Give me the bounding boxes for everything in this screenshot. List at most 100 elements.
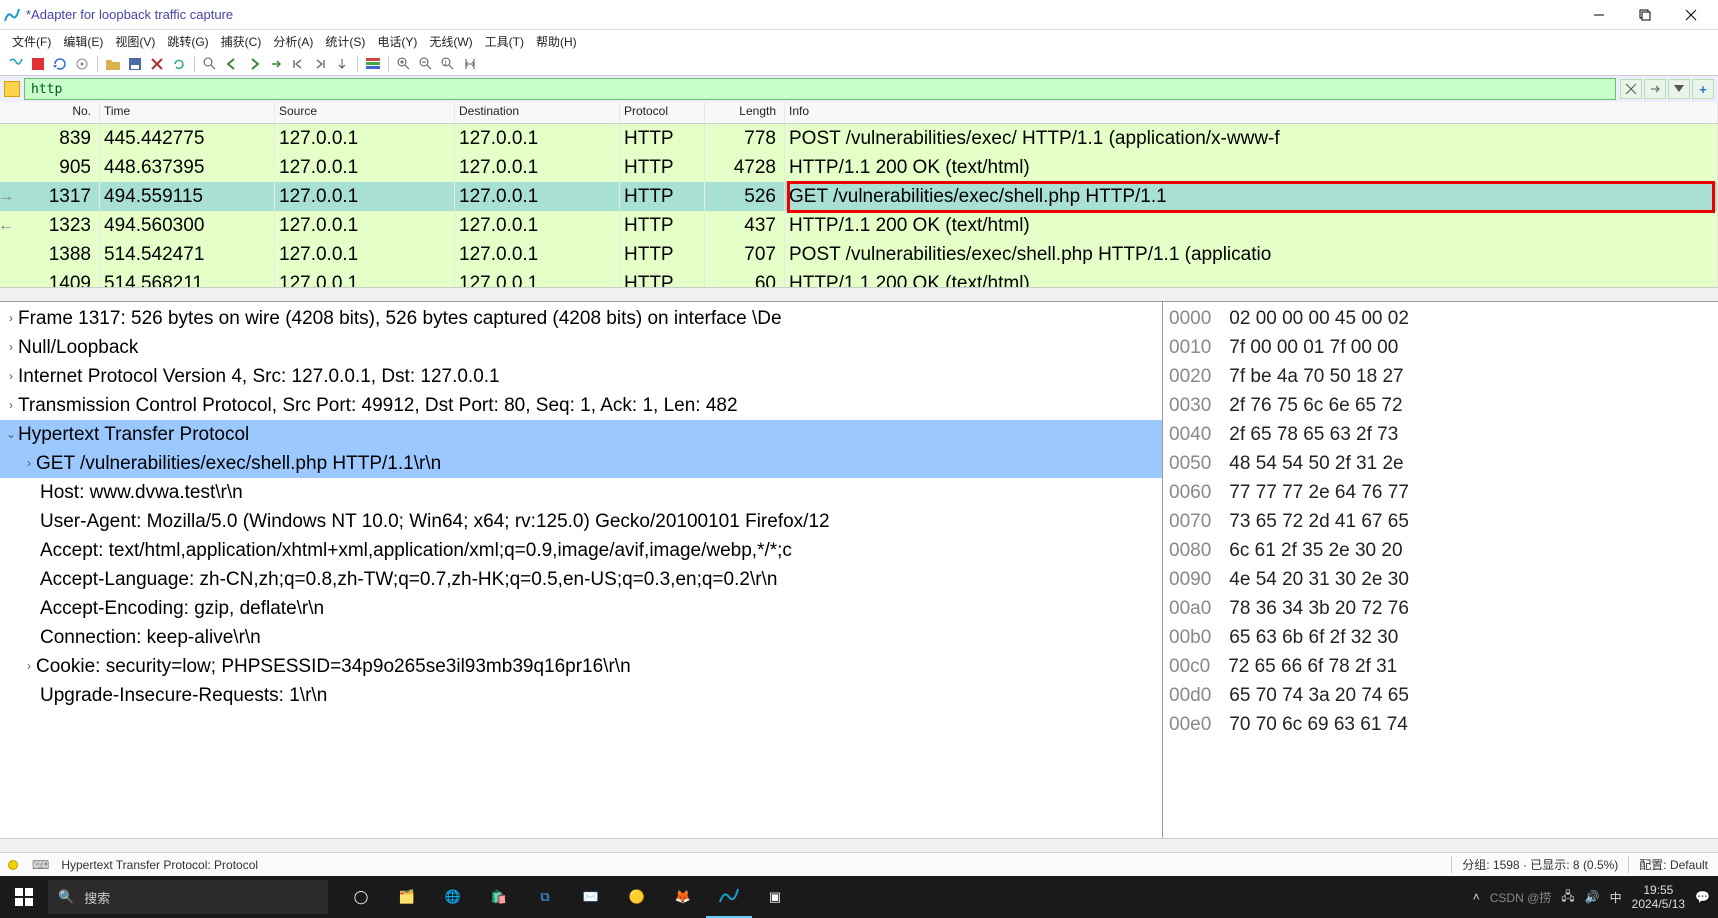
detail-line[interactable]: Accept-Encoding: gzip, deflate\r\n — [0, 594, 1162, 623]
mail-icon[interactable]: ✉️ — [568, 876, 614, 918]
taskbar-search[interactable]: 🔍 搜索 — [48, 880, 328, 914]
detail-line[interactable]: Accept-Language: zh-CN,zh;q=0.8,zh-TW;q=… — [0, 565, 1162, 594]
hex-row[interactable]: 00302f 76 75 6c 6e 65 72 — [1169, 391, 1712, 420]
start-capture-icon[interactable] — [6, 54, 26, 74]
open-file-icon[interactable] — [103, 54, 123, 74]
firefox-icon[interactable]: 🦊 — [660, 876, 706, 918]
menu-item[interactable]: 分析(A) — [267, 31, 319, 52]
detail-line[interactable]: ›Transmission Control Protocol, Src Port… — [0, 391, 1162, 420]
terminal-icon[interactable]: ▣ — [752, 876, 798, 918]
menu-item[interactable]: 文件(F) — [6, 31, 57, 52]
hex-row[interactable]: 007073 65 72 2d 41 67 65 — [1169, 507, 1712, 536]
store-icon[interactable]: 🛍️ — [476, 876, 522, 918]
start-button[interactable] — [0, 876, 48, 918]
detail-line[interactable]: Upgrade-Insecure-Requests: 1\r\n — [0, 681, 1162, 710]
detail-line[interactable]: ›GET /vulnerabilities/exec/shell.php HTT… — [0, 449, 1162, 478]
hex-row[interactable]: 006077 77 77 2e 64 76 77 — [1169, 478, 1712, 507]
text-icon[interactable]: ⌨ — [26, 858, 55, 872]
menu-item[interactable]: 编辑(E) — [57, 31, 109, 52]
capture-options-icon[interactable] — [72, 54, 92, 74]
zoom-in-icon[interactable] — [394, 54, 414, 74]
packet-row[interactable]: →1317494.559115127.0.0.1127.0.0.1HTTP526… — [0, 182, 1718, 211]
hex-row[interactable]: 000002 00 00 00 45 00 02 — [1169, 304, 1712, 333]
find-packet-icon[interactable] — [200, 54, 220, 74]
packet-row[interactable]: 1409514.568211127.0.0.1127.0.0.1HTTP60HT… — [0, 269, 1718, 287]
column-header-info[interactable]: Info — [785, 102, 1718, 123]
display-filter-input[interactable] — [24, 78, 1616, 100]
packet-row[interactable]: 839445.442775127.0.0.1127.0.0.1HTTP778PO… — [0, 124, 1718, 153]
menu-item[interactable]: 视图(V) — [109, 31, 161, 52]
bookmark-icon[interactable] — [4, 81, 20, 97]
hex-row[interactable]: 00a078 36 34 3b 20 72 76 — [1169, 594, 1712, 623]
detail-line[interactable]: Accept: text/html,application/xhtml+xml,… — [0, 536, 1162, 565]
system-tray[interactable]: ˄ CSDN @捞 🖧 🔊 中 19:55 2024/5/13 💬 — [1465, 876, 1718, 918]
chrome-icon[interactable]: 🟡 — [614, 876, 660, 918]
apply-filter-icon[interactable] — [1644, 79, 1666, 99]
task-view-icon[interactable]: ◯ — [338, 876, 384, 918]
hex-row[interactable]: 00402f 65 78 65 63 2f 73 — [1169, 420, 1712, 449]
maximize-button[interactable] — [1622, 1, 1668, 29]
hex-row[interactable]: 00107f 00 00 01 7f 00 00 — [1169, 333, 1712, 362]
edge-icon[interactable]: 🌐 — [430, 876, 476, 918]
detail-line[interactable]: Host: www.dvwa.test\r\n — [0, 478, 1162, 507]
filter-history-icon[interactable] — [1668, 79, 1690, 99]
go-forward-icon[interactable] — [244, 54, 264, 74]
go-back-icon[interactable] — [222, 54, 242, 74]
hex-row[interactable]: 00b065 63 6b 6f 2f 32 30 — [1169, 623, 1712, 652]
minimize-button[interactable] — [1576, 1, 1622, 29]
column-header-source[interactable]: Source — [275, 102, 455, 123]
column-header-protocol[interactable]: Protocol — [620, 102, 705, 123]
column-header-destination[interactable]: Destination — [455, 102, 620, 123]
menu-item[interactable]: 工具(T) — [479, 31, 530, 52]
detail-line[interactable]: User-Agent: Mozilla/5.0 (Windows NT 10.0… — [0, 507, 1162, 536]
hex-row[interactable]: 00207f be 4a 70 50 18 27 — [1169, 362, 1712, 391]
hex-row[interactable]: 00c072 65 66 6f 78 2f 31 — [1169, 652, 1712, 681]
volume-icon[interactable]: 🔊 — [1585, 890, 1600, 904]
add-filter-icon[interactable]: + — [1692, 79, 1714, 99]
ime-icon[interactable]: 中 — [1610, 889, 1622, 906]
horizontal-scrollbar[interactable] — [0, 838, 1718, 852]
menu-item[interactable]: 统计(S) — [319, 31, 371, 52]
menu-item[interactable]: 跳转(G) — [161, 31, 214, 52]
hex-row[interactable]: 00904e 54 20 31 30 2e 30 — [1169, 565, 1712, 594]
column-header-time[interactable]: Time — [100, 102, 275, 123]
restart-capture-icon[interactable] — [50, 54, 70, 74]
notifications-icon[interactable]: 💬 — [1695, 890, 1710, 904]
column-header-no[interactable]: No. — [0, 102, 100, 123]
close-file-icon[interactable] — [147, 54, 167, 74]
packet-row[interactable]: ←1323494.560300127.0.0.1127.0.0.1HTTP437… — [0, 211, 1718, 240]
hex-row[interactable]: 00d065 70 74 3a 20 74 65 — [1169, 681, 1712, 710]
save-file-icon[interactable] — [125, 54, 145, 74]
reload-icon[interactable] — [169, 54, 189, 74]
resize-columns-icon[interactable] — [460, 54, 480, 74]
explorer-icon[interactable]: 🗂️ — [384, 876, 430, 918]
horizontal-scrollbar[interactable] — [0, 287, 1718, 301]
zoom-reset-icon[interactable]: 1 — [438, 54, 458, 74]
menu-item[interactable]: 电话(Y) — [371, 31, 423, 52]
column-header-length[interactable]: Length — [705, 102, 785, 123]
close-button[interactable] — [1668, 1, 1714, 29]
hex-row[interactable]: 005048 54 54 50 2f 31 2e — [1169, 449, 1712, 478]
detail-line[interactable]: ›Null/Loopback — [0, 333, 1162, 362]
auto-scroll-icon[interactable] — [332, 54, 352, 74]
wireshark-task-icon[interactable] — [706, 876, 752, 918]
menu-item[interactable]: 无线(W) — [423, 31, 478, 52]
stop-capture-icon[interactable] — [28, 54, 48, 74]
colorize-icon[interactable] — [363, 54, 383, 74]
go-to-icon[interactable] — [266, 54, 286, 74]
detail-line[interactable]: ›Cookie: security=low; PHPSESSID=34p9o26… — [0, 652, 1162, 681]
packet-bytes-pane[interactable]: 000002 00 00 00 45 00 0200107f 00 00 01 … — [1163, 302, 1718, 838]
detail-line[interactable]: ›Frame 1317: 526 bytes on wire (4208 bit… — [0, 304, 1162, 333]
clear-filter-icon[interactable] — [1620, 79, 1642, 99]
packet-row[interactable]: 1388514.542471127.0.0.1127.0.0.1HTTP707P… — [0, 240, 1718, 269]
packet-details-pane[interactable]: ›Frame 1317: 526 bytes on wire (4208 bit… — [0, 302, 1163, 838]
network-icon[interactable]: 🖧 — [1561, 887, 1574, 908]
vscode-icon[interactable]: ⧉ — [522, 876, 568, 918]
packet-row[interactable]: 905448.637395127.0.0.1127.0.0.1HTTP4728H… — [0, 153, 1718, 182]
detail-line[interactable]: ⌄Hypertext Transfer Protocol — [0, 420, 1162, 449]
detail-line[interactable]: Connection: keep-alive\r\n — [0, 623, 1162, 652]
packet-list-body[interactable]: 839445.442775127.0.0.1127.0.0.1HTTP778PO… — [0, 124, 1718, 287]
detail-line[interactable]: ›Internet Protocol Version 4, Src: 127.0… — [0, 362, 1162, 391]
go-last-icon[interactable] — [310, 54, 330, 74]
hex-row[interactable]: 00806c 61 2f 35 2e 30 20 — [1169, 536, 1712, 565]
